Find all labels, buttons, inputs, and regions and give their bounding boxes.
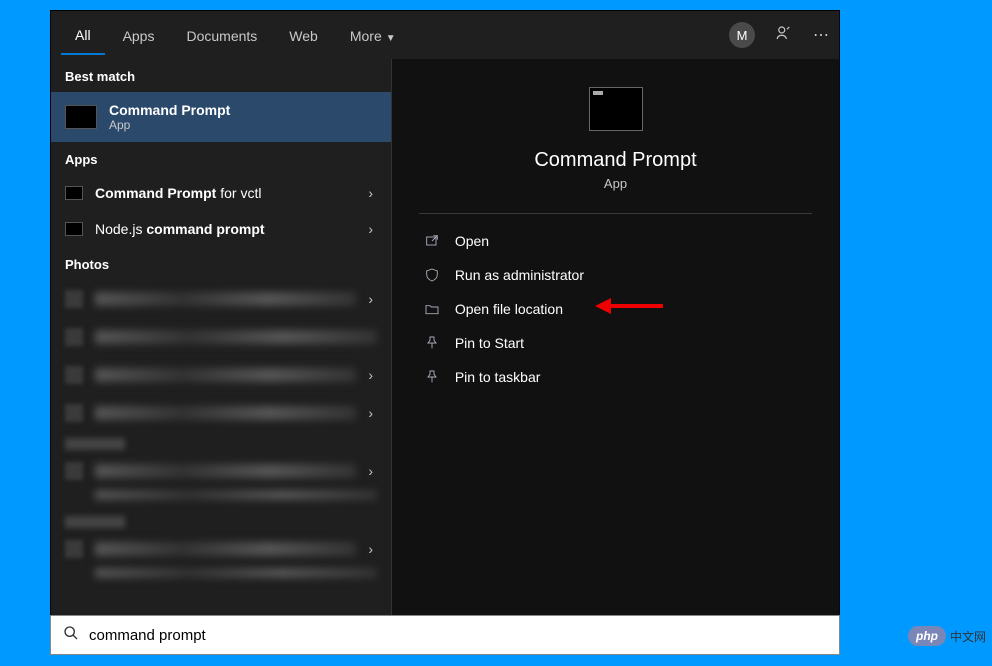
tab-more[interactable]: More▼ xyxy=(336,16,410,54)
app-result-vctl[interactable]: Command Prompt for vctl › xyxy=(51,175,391,211)
blurred-result[interactable]: › xyxy=(51,530,391,568)
pin-icon xyxy=(423,334,441,352)
folder-icon xyxy=(423,300,441,318)
results-panel: Best match Command Prompt App Apps Comma… xyxy=(51,59,391,654)
tab-apps[interactable]: Apps xyxy=(109,16,169,54)
best-match-item[interactable]: Command Prompt App xyxy=(51,92,391,142)
more-options-icon[interactable]: ⋯ xyxy=(813,25,829,45)
blurred-result[interactable]: › xyxy=(51,356,391,394)
action-open-file-location[interactable]: Open file location xyxy=(419,292,812,326)
tabs-bar: All Apps Documents Web More▼ M ⋯ xyxy=(51,11,839,59)
blurred-result[interactable]: › xyxy=(51,280,391,318)
cmd-icon xyxy=(65,105,97,129)
section-best-match: Best match xyxy=(51,59,391,92)
blurred-section xyxy=(65,516,125,528)
cmd-icon-large xyxy=(589,87,643,131)
blurred-result xyxy=(51,490,391,510)
tab-all[interactable]: All xyxy=(61,15,105,55)
action-run-as-admin[interactable]: Run as administrator xyxy=(419,258,812,292)
search-input[interactable] xyxy=(89,627,827,644)
rewards-icon[interactable] xyxy=(775,24,793,47)
blurred-result[interactable] xyxy=(51,318,391,356)
blurred-result xyxy=(51,568,391,588)
app-result-nodejs[interactable]: Node.js command prompt › xyxy=(51,211,391,247)
watermark-text: 中文网 xyxy=(950,628,986,645)
open-icon xyxy=(423,232,441,250)
tab-web[interactable]: Web xyxy=(275,16,332,54)
action-pin-to-taskbar[interactable]: Pin to taskbar xyxy=(419,360,812,394)
blurred-section xyxy=(65,438,125,450)
chevron-down-icon: ▼ xyxy=(386,33,396,44)
action-open[interactable]: Open xyxy=(419,224,812,258)
blurred-result[interactable]: › xyxy=(51,452,391,490)
section-photos: Photos xyxy=(51,247,391,280)
search-bar[interactable] xyxy=(50,615,840,655)
cmd-icon xyxy=(65,186,83,200)
cmd-icon xyxy=(65,222,83,236)
detail-title: Command Prompt xyxy=(534,149,696,172)
user-avatar[interactable]: M xyxy=(729,22,755,48)
best-match-title: Command Prompt xyxy=(109,102,230,118)
action-pin-to-start[interactable]: Pin to Start xyxy=(419,326,812,360)
detail-panel: Command Prompt App Open Run as administr… xyxy=(391,59,839,654)
best-match-subtitle: App xyxy=(109,118,230,132)
search-icon xyxy=(63,625,79,646)
divider xyxy=(419,213,812,214)
tab-documents[interactable]: Documents xyxy=(172,16,271,54)
content-area: Best match Command Prompt App Apps Comma… xyxy=(51,59,839,654)
search-window: All Apps Documents Web More▼ M ⋯ Best ma… xyxy=(50,10,840,655)
shield-icon xyxy=(423,266,441,284)
php-logo: php xyxy=(908,626,946,646)
watermark: php 中文网 xyxy=(908,626,986,646)
detail-subtitle: App xyxy=(604,176,627,191)
blurred-result[interactable]: › xyxy=(51,394,391,432)
section-apps: Apps xyxy=(51,142,391,175)
pin-icon xyxy=(423,368,441,386)
chevron-right-icon: › xyxy=(368,221,373,237)
chevron-right-icon: › xyxy=(368,185,373,201)
